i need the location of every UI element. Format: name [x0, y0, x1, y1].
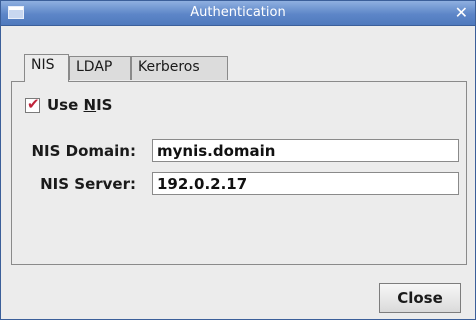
tab-kerberos-label: Kerberos — [138, 59, 200, 75]
tab-ldap-label: LDAP — [76, 59, 113, 75]
nis-domain-input[interactable] — [152, 139, 459, 162]
window-title: Authentication — [190, 5, 286, 20]
nis-domain-label: NIS Domain: — [31, 142, 137, 160]
nis-server-label: NIS Server: — [40, 175, 136, 193]
use-nis-label-mnemonic: N — [83, 96, 97, 114]
tab-nis-label: NIS — [31, 57, 55, 73]
tab-nis[interactable]: NIS — [24, 54, 69, 82]
title-bar[interactable]: Authentication ✕ — [1, 1, 475, 26]
close-button[interactable]: Close — [379, 283, 461, 313]
authentication-window: Authentication ✕ NIS LDAP Kerberos ✔ Use… — [0, 0, 476, 320]
close-icon[interactable]: ✕ — [455, 3, 468, 22]
tab-kerberos[interactable]: Kerberos — [131, 56, 228, 80]
use-nis-label-prefix: Use — [47, 96, 84, 114]
nis-server-input[interactable] — [152, 172, 459, 195]
use-nis-label[interactable]: Use NIS — [47, 96, 112, 114]
tab-ldap[interactable]: LDAP — [69, 56, 131, 80]
use-nis-checkbox[interactable]: ✔ — [25, 95, 40, 113]
use-nis-label-suffix: IS — [96, 96, 113, 114]
checkmark-icon: ✔ — [27, 95, 40, 113]
